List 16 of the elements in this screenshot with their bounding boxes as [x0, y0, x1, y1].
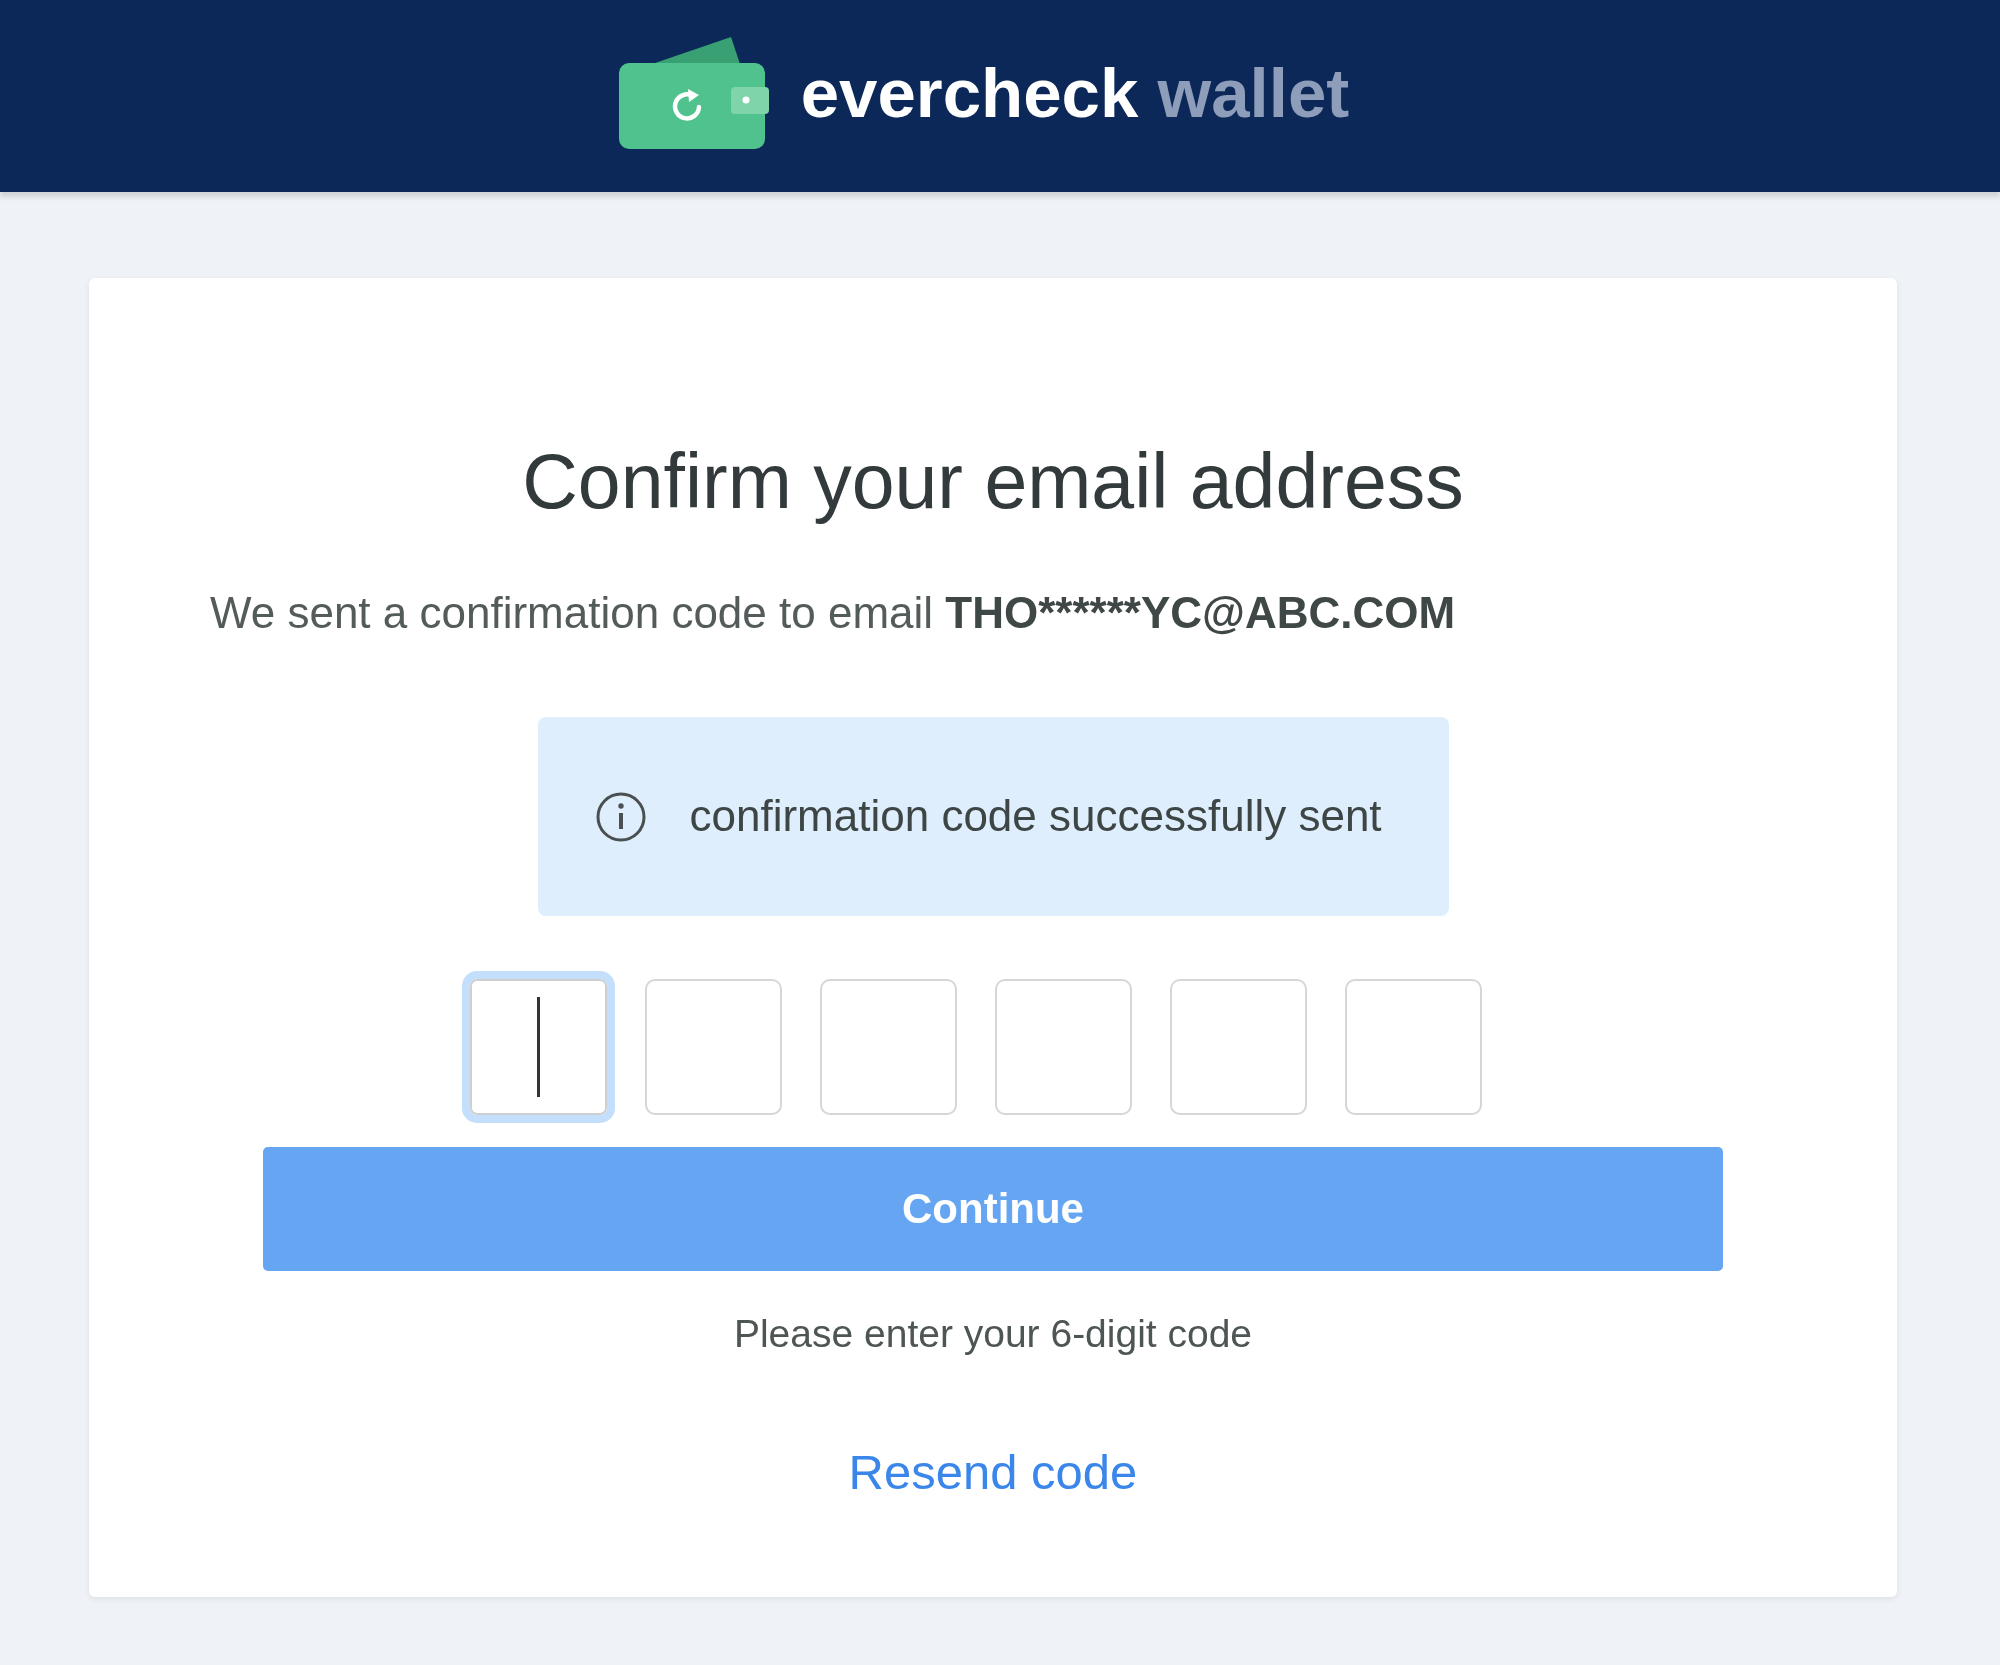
confirmation-message: We sent a confirmation code to email THO******YC@ABC.COM	[209, 587, 1457, 639]
logo-wordmark: evercheck wallet	[800, 58, 1350, 128]
code-hint: Please enter your 6-digit code	[733, 1312, 1253, 1357]
code-digit-field[interactable]	[820, 979, 957, 1116]
code-digit-field[interactable]	[1170, 979, 1307, 1116]
code-digit-field[interactable]	[995, 979, 1132, 1116]
resend-code-link[interactable]: Resend code	[848, 1444, 1138, 1501]
page-title: Confirm your email address	[522, 437, 1464, 526]
code-digit-field[interactable]	[645, 979, 782, 1116]
notice-text: confirmation code successfully sent	[689, 791, 1382, 842]
info-icon	[595, 791, 646, 842]
code-digit-field[interactable]	[1345, 979, 1482, 1116]
text-caret-icon	[537, 997, 540, 1098]
continue-button[interactable]: Continue	[263, 1147, 1723, 1272]
code-digit-field[interactable]	[462, 971, 615, 1124]
wallet-logo-icon	[618, 37, 769, 149]
